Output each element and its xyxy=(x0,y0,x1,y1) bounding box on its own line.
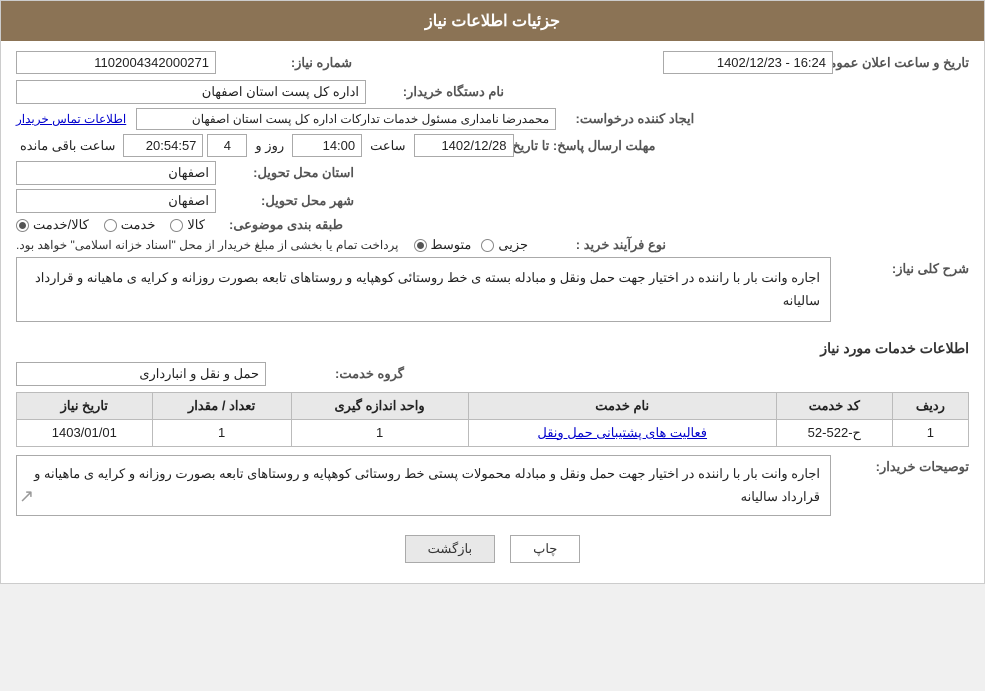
date-value: 1402/12/28 xyxy=(414,134,514,157)
table-row: 1ح-522-52فعالیت های پشتیبانی حمل ونقل111… xyxy=(17,419,969,446)
radio-kala[interactable]: کالا xyxy=(170,217,205,233)
kala-label: کالا xyxy=(187,217,205,233)
tvsifat-label: توصیحات خریدار: xyxy=(839,455,969,475)
nam-dastgah-label: نام دستگاه خریدار: xyxy=(374,84,504,100)
tabaqe-label: طبقه بندی موضوعی: xyxy=(213,217,343,233)
tvsifat-value: اجاره وانت بار با راننده در اختیار جهت ح… xyxy=(34,466,820,504)
motavasset-radio-circle xyxy=(414,239,427,252)
col-kod: کد خدمت xyxy=(776,392,892,419)
radio-motavasset[interactable]: متوسط xyxy=(414,237,472,253)
bazgasht-button[interactable]: بازگشت xyxy=(405,535,495,563)
col-tedad: تعداد / مقدار xyxy=(152,392,291,419)
saat-value: 14:00 xyxy=(292,134,362,157)
tarikhe-label: تاریخ و ساعت اعلان عمومی: xyxy=(839,55,969,71)
shomara-niaz-label: شماره نیاز: xyxy=(222,55,352,71)
radio-jozii[interactable]: جزیی xyxy=(481,237,528,253)
page-header: جزئیات اطلاعات نیاز xyxy=(1,1,984,41)
baqi-label: ساعت باقی مانده xyxy=(20,138,115,154)
kala-khadamat-label: کالا/خدمت xyxy=(33,217,89,233)
jozii-radio-circle xyxy=(481,239,494,252)
services-table: ردیف کد خدمت نام خدمت واحد اندازه گیری ت… xyxy=(16,392,969,447)
tamas-link[interactable]: اطلاعات تماس خریدار xyxy=(16,112,126,126)
goroh-label: گروه خدمت: xyxy=(274,366,404,382)
sharh-box: اجاره وانت بار با راننده در اختیار جهت ح… xyxy=(16,257,831,322)
col-nam: نام خدمت xyxy=(468,392,776,419)
saat-label: ساعت xyxy=(370,138,405,154)
sharh-label: شرح کلی نیاز: xyxy=(839,257,969,277)
ijad-konandeh-value: محمدرضا نامداری مسئول خدمات تدارکات ادار… xyxy=(136,108,556,130)
farayand-label: نوع فرآیند خرید : xyxy=(536,237,666,253)
tvsifat-box: اجاره وانت بار با راننده در اختیار جهت ح… xyxy=(16,455,831,516)
kala-radio-circle xyxy=(170,219,183,232)
page-wrapper: جزئیات اطلاعات نیاز شماره نیاز: 11020043… xyxy=(0,0,985,584)
jozii-label: جزیی xyxy=(498,237,528,253)
ijad-konandeh-label: ایجاد کننده درخواست: xyxy=(564,111,694,127)
ettelaat-title: اطلاعات خدمات مورد نیاز xyxy=(16,340,969,357)
nam-dastgah-value: اداره کل پست استان اصفهان xyxy=(16,80,366,104)
col-tarikh: تاریخ نیاز xyxy=(17,392,153,419)
shahr-value: اصفهان xyxy=(16,189,216,213)
pardakht-text: پرداخت تمام یا بخشی از مبلغ خریدار از مح… xyxy=(16,238,399,252)
sharh-value: اجاره وانت بار با راننده در اختیار جهت ح… xyxy=(35,270,820,308)
radio-khadamat[interactable]: خدمت xyxy=(104,217,156,233)
ostan-value: اصفهان xyxy=(16,161,216,185)
khadamat-label: خدمت xyxy=(121,217,156,233)
tarikhe-value: 1402/12/23 - 16:24 xyxy=(663,51,833,74)
baqi-value: 20:54:57 xyxy=(123,134,203,157)
roz-label: روز و xyxy=(255,138,284,154)
ostan-label: استان محل تحویل: xyxy=(224,165,354,181)
button-row: چاپ بازگشت xyxy=(16,535,969,563)
shahr-label: شهر محل تحویل: xyxy=(224,193,354,209)
col-vahed: واحد اندازه گیری xyxy=(291,392,468,419)
motavasset-label: متوسط xyxy=(431,237,472,253)
roz-value: 4 xyxy=(207,134,247,157)
radio-kala-khadamat[interactable]: کالا/خدمت xyxy=(16,217,89,233)
main-content: شماره نیاز: 1102004342000271 تاریخ و ساع… xyxy=(1,41,984,583)
page-title: جزئیات اطلاعات نیاز xyxy=(425,13,560,30)
col-radif: ردیف xyxy=(892,392,968,419)
kala-khadamat-radio-circle xyxy=(16,219,29,232)
chap-button[interactable]: چاپ xyxy=(510,535,580,563)
shomara-niaz-value: 1102004342000271 xyxy=(16,51,216,74)
khadamat-radio-circle xyxy=(104,219,117,232)
mohlat-label: مهلت ارسال پاسخ: تا تاریخ: xyxy=(526,138,656,154)
goroh-value: حمل و نقل و انبارداری xyxy=(16,362,266,386)
